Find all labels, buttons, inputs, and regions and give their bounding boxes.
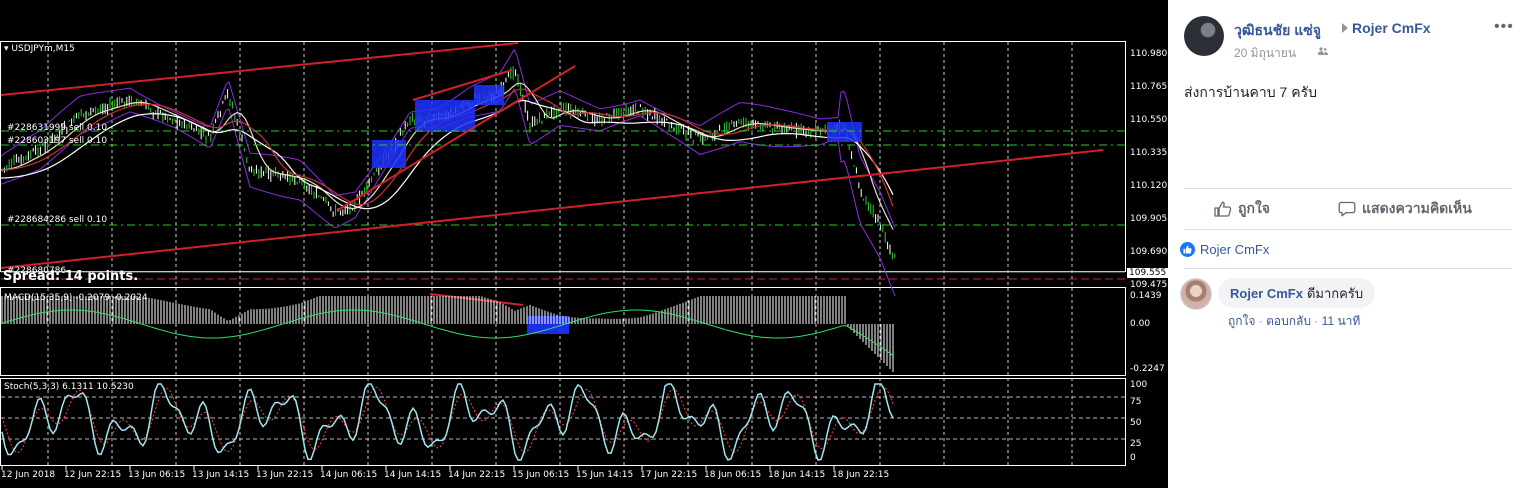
chart-svg bbox=[0, 41, 1126, 470]
comment-reply-link[interactable]: ตอบกลับ bbox=[1266, 314, 1311, 328]
group-name[interactable]: Rojer CmFx bbox=[1352, 20, 1431, 36]
author-name[interactable]: วุฒิธนชัย แซ่จู bbox=[1234, 20, 1321, 42]
reactions-summary[interactable]: Rojer CmFx bbox=[1180, 240, 1269, 258]
macd-label: MACD(15,35,9) -0.2079 -0.2024 bbox=[4, 293, 148, 303]
time-tick: 12 Jun 2018 bbox=[1, 470, 56, 480]
time-tick: 14 Jun 06:15 bbox=[320, 470, 378, 480]
symbol-label: ▾ USDJPYm,M15 bbox=[4, 44, 75, 54]
zone-box bbox=[827, 122, 862, 142]
comment-label: แสดงความคิดเห็น bbox=[1362, 200, 1472, 216]
order-label: #228603197 sell 0.10 bbox=[7, 136, 108, 146]
time-tick: 12 Jun 22:15 bbox=[64, 470, 122, 480]
time-tick: 15 Jun 14:15 bbox=[576, 470, 634, 480]
trendlines bbox=[0, 42, 1104, 306]
bollinger-upper bbox=[0, 48, 896, 229]
facebook-post: วุฒิธนชัย แซ่จู Rojer CmFx 20 มิถุนายน •… bbox=[1168, 0, 1528, 488]
time-tick: 14 Jun 22:15 bbox=[448, 470, 506, 480]
commenter-name[interactable]: Rojer CmFx bbox=[1230, 286, 1303, 301]
trendline bbox=[0, 149, 1104, 269]
order-label: #228684286 sell 0.10 bbox=[7, 215, 108, 225]
time-tick: 18 Jun 22:15 bbox=[832, 470, 890, 480]
stoch-tick: 50 bbox=[1130, 418, 1142, 428]
price-candles bbox=[1, 66, 896, 260]
comment-icon bbox=[1338, 201, 1356, 217]
stoch-tick: 0 bbox=[1130, 453, 1136, 463]
time-tick: 13 Jun 14:15 bbox=[192, 470, 250, 480]
caret-right-icon bbox=[1342, 23, 1348, 33]
comment-button[interactable]: แสดงความคิดเห็น bbox=[1338, 198, 1472, 220]
macd-tick: -0.2247 bbox=[1130, 364, 1165, 374]
stoch-main-line bbox=[1, 383, 894, 461]
chart-grid bbox=[47, 42, 1073, 465]
like-label: ถูกใจ bbox=[1238, 200, 1270, 216]
current-price-tag: 109.555 bbox=[1127, 268, 1169, 278]
more-options-icon[interactable]: ••• bbox=[1494, 18, 1514, 36]
like-reaction-icon bbox=[1180, 241, 1195, 257]
order-label: #228631999 sell 0.10 bbox=[7, 123, 108, 133]
zone-box bbox=[372, 140, 406, 168]
price-tick: 110.550 bbox=[1130, 115, 1168, 125]
time-tick: 18 Jun 14:15 bbox=[768, 470, 826, 480]
meta-dot: · bbox=[1314, 314, 1322, 328]
time-tick: 14 Jun 14:15 bbox=[384, 470, 442, 480]
price-tick: 110.120 bbox=[1130, 181, 1168, 191]
order-levels bbox=[1, 130, 1125, 280]
main-window-border bbox=[0, 41, 1126, 272]
meta-dot: · bbox=[1258, 314, 1267, 328]
stoch-tick: 25 bbox=[1130, 439, 1142, 449]
divider bbox=[1184, 188, 1512, 189]
macd-histogram bbox=[1, 296, 895, 372]
time-tick: 13 Jun 06:15 bbox=[128, 470, 186, 480]
symbol-text: USDJPYm,M15 bbox=[11, 44, 75, 54]
commenter-avatar[interactable] bbox=[1180, 278, 1212, 310]
price-tick: 110.980 bbox=[1130, 49, 1168, 59]
macd-tick: 0.1439 bbox=[1130, 291, 1162, 301]
spread-label: Spread: 14 points. bbox=[3, 269, 139, 284]
price-tick: 110.335 bbox=[1130, 148, 1168, 158]
stoch-window-border bbox=[0, 378, 1126, 466]
time-tick: 17 Jun 22:15 bbox=[640, 470, 698, 480]
zone-box bbox=[415, 100, 475, 132]
stoch-label: Stoch(5,3,3) 6.1311 10.5230 bbox=[4, 382, 134, 392]
price-tick: 109.475 bbox=[1130, 280, 1168, 290]
time-tick: 15 Jun 06:15 bbox=[512, 470, 570, 480]
bollinger-bands bbox=[0, 48, 896, 297]
time-tick: 13 Jun 22:15 bbox=[256, 470, 314, 480]
price-tick: 109.690 bbox=[1130, 247, 1168, 257]
stochastic-oscillator bbox=[1, 383, 1125, 461]
trendline bbox=[0, 42, 519, 96]
like-button[interactable]: ถูกใจ bbox=[1214, 198, 1270, 220]
thumbs-up-icon bbox=[1214, 201, 1232, 217]
post-text: ส่งการบ้านคาบ 7 ครับ bbox=[1184, 84, 1318, 100]
trading-chart[interactable]: ▾ USDJPYm,M15 #228631999 sell 0.10 #2286… bbox=[0, 0, 1169, 488]
divider bbox=[1184, 229, 1512, 230]
stoch-tick: 75 bbox=[1130, 397, 1142, 407]
comment-time[interactable]: 11 นาที bbox=[1322, 314, 1361, 328]
macd-signal-line bbox=[1, 309, 895, 357]
post-date[interactable]: 20 มิถุนายน bbox=[1234, 44, 1296, 63]
likes-by[interactable]: Rojer CmFx bbox=[1200, 242, 1269, 257]
comment-bubble: Rojer CmFx ดีมากครับ bbox=[1218, 278, 1376, 308]
audience-icon[interactable] bbox=[1318, 47, 1328, 55]
comment-text: ดีมากครับ bbox=[1306, 285, 1364, 301]
comment-like-link[interactable]: ถูกใจ bbox=[1228, 314, 1255, 328]
price-tick: 110.765 bbox=[1130, 82, 1168, 92]
zone-box bbox=[474, 85, 504, 105]
comment-meta: ถูกใจ · ตอบกลับ · 11 นาที bbox=[1228, 312, 1360, 331]
author-avatar[interactable] bbox=[1184, 16, 1224, 56]
time-tick: 18 Jun 06:15 bbox=[704, 470, 762, 480]
divider bbox=[1184, 268, 1512, 269]
macd-tick: 0.00 bbox=[1130, 319, 1151, 329]
price-tick: 109.905 bbox=[1130, 214, 1168, 224]
stoch-tick: 100 bbox=[1130, 380, 1148, 390]
